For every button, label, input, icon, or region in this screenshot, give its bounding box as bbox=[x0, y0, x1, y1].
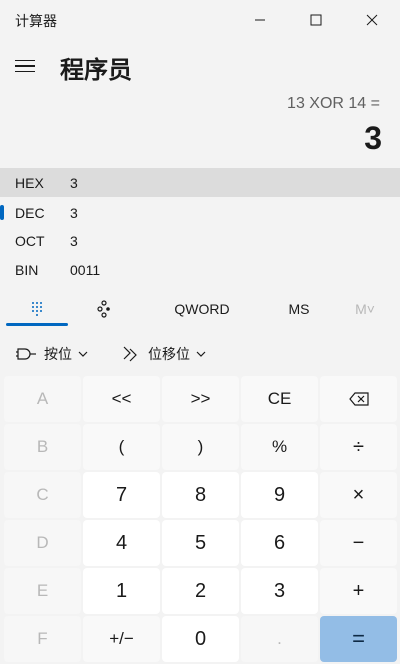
active-tab-indicator bbox=[6, 323, 68, 326]
radix-value: 3 bbox=[70, 204, 78, 221]
key-negate[interactable]: +/− bbox=[83, 616, 160, 662]
bitshift-label: 位移位 bbox=[148, 347, 190, 363]
bitwise-dropdown[interactable]: 按位 bbox=[16, 340, 88, 368]
keypad: A << >> CE B ( ) % ÷ C 7 8 9 × D 4 5 6 −… bbox=[4, 376, 397, 662]
key-c[interactable]: C bbox=[4, 472, 81, 518]
key-3[interactable]: 3 bbox=[241, 568, 318, 614]
mode-title: 程序员 bbox=[60, 56, 132, 84]
key-1[interactable]: 1 bbox=[83, 568, 160, 614]
key-divide[interactable]: ÷ bbox=[320, 424, 397, 470]
bit-toggle-icon bbox=[97, 300, 110, 318]
expression-display: 13 XOR 14 = bbox=[287, 95, 380, 112]
word-size-button[interactable]: QWORD bbox=[160, 290, 244, 328]
key-backspace[interactable] bbox=[320, 376, 397, 422]
tab-bit-toggling-keypad[interactable] bbox=[80, 290, 128, 328]
chevron-down-icon bbox=[78, 351, 88, 357]
radix-row-bin[interactable]: BIN 0011 bbox=[0, 255, 400, 284]
result-display: 3 bbox=[364, 120, 382, 156]
key-clear-entry[interactable]: CE bbox=[241, 376, 318, 422]
hamburger-icon bbox=[15, 59, 35, 62]
close-button[interactable] bbox=[344, 0, 400, 40]
radix-label: HEX bbox=[15, 174, 44, 191]
minimize-button[interactable] bbox=[232, 0, 288, 40]
key-6[interactable]: 6 bbox=[241, 520, 318, 566]
key-9[interactable]: 9 bbox=[241, 472, 318, 518]
close-icon bbox=[366, 14, 378, 26]
minimize-icon bbox=[255, 19, 265, 21]
memory-recall-button[interactable]: M˅ bbox=[345, 290, 385, 328]
key-e[interactable]: E bbox=[4, 568, 81, 614]
key-a[interactable]: A bbox=[4, 376, 81, 422]
title-bar: 计算器 bbox=[0, 0, 400, 40]
radix-value: 3 bbox=[70, 232, 78, 249]
key-2[interactable]: 2 bbox=[162, 568, 239, 614]
radix-row-oct[interactable]: OCT 3 bbox=[0, 226, 400, 255]
key-close-paren[interactable]: ) bbox=[162, 424, 239, 470]
key-4[interactable]: 4 bbox=[83, 520, 160, 566]
key-open-paren[interactable]: ( bbox=[83, 424, 160, 470]
key-b[interactable]: B bbox=[4, 424, 81, 470]
keypad-icon bbox=[32, 302, 42, 316]
radix-label: DEC bbox=[15, 204, 45, 221]
key-modulo[interactable]: % bbox=[241, 424, 318, 470]
key-f[interactable]: F bbox=[4, 616, 81, 662]
key-decimal[interactable]: . bbox=[241, 616, 318, 662]
key-5[interactable]: 5 bbox=[162, 520, 239, 566]
bitshift-dropdown[interactable]: 位移位 bbox=[122, 340, 206, 368]
memory-store-button[interactable]: MS bbox=[278, 290, 320, 328]
bitwise-label: 按位 bbox=[44, 347, 72, 363]
radix-label: OCT bbox=[15, 232, 45, 249]
key-right-shift[interactable]: >> bbox=[162, 376, 239, 422]
app-title: 计算器 bbox=[15, 14, 57, 30]
key-7[interactable]: 7 bbox=[83, 472, 160, 518]
maximize-button[interactable] bbox=[288, 0, 344, 40]
key-8[interactable]: 8 bbox=[162, 472, 239, 518]
key-subtract[interactable]: − bbox=[320, 520, 397, 566]
backspace-icon bbox=[348, 392, 369, 406]
hamburger-menu-button[interactable] bbox=[10, 52, 40, 80]
radix-value: 0011 bbox=[70, 261, 101, 278]
key-left-shift[interactable]: << bbox=[83, 376, 160, 422]
radix-row-dec[interactable]: DEC 3 bbox=[0, 198, 400, 227]
radix-label: BIN bbox=[15, 261, 39, 278]
radix-value: 3 bbox=[70, 174, 78, 191]
key-0[interactable]: 0 bbox=[162, 616, 239, 662]
bitshift-icon bbox=[123, 346, 137, 362]
key-multiply[interactable]: × bbox=[320, 472, 397, 518]
key-add[interactable]: + bbox=[320, 568, 397, 614]
radix-row-hex[interactable]: HEX 3 bbox=[0, 168, 400, 197]
maximize-icon bbox=[310, 14, 322, 26]
logic-gate-icon bbox=[16, 348, 36, 360]
key-d[interactable]: D bbox=[4, 520, 81, 566]
key-equals[interactable]: = bbox=[320, 616, 397, 662]
chevron-down-icon bbox=[196, 351, 206, 357]
